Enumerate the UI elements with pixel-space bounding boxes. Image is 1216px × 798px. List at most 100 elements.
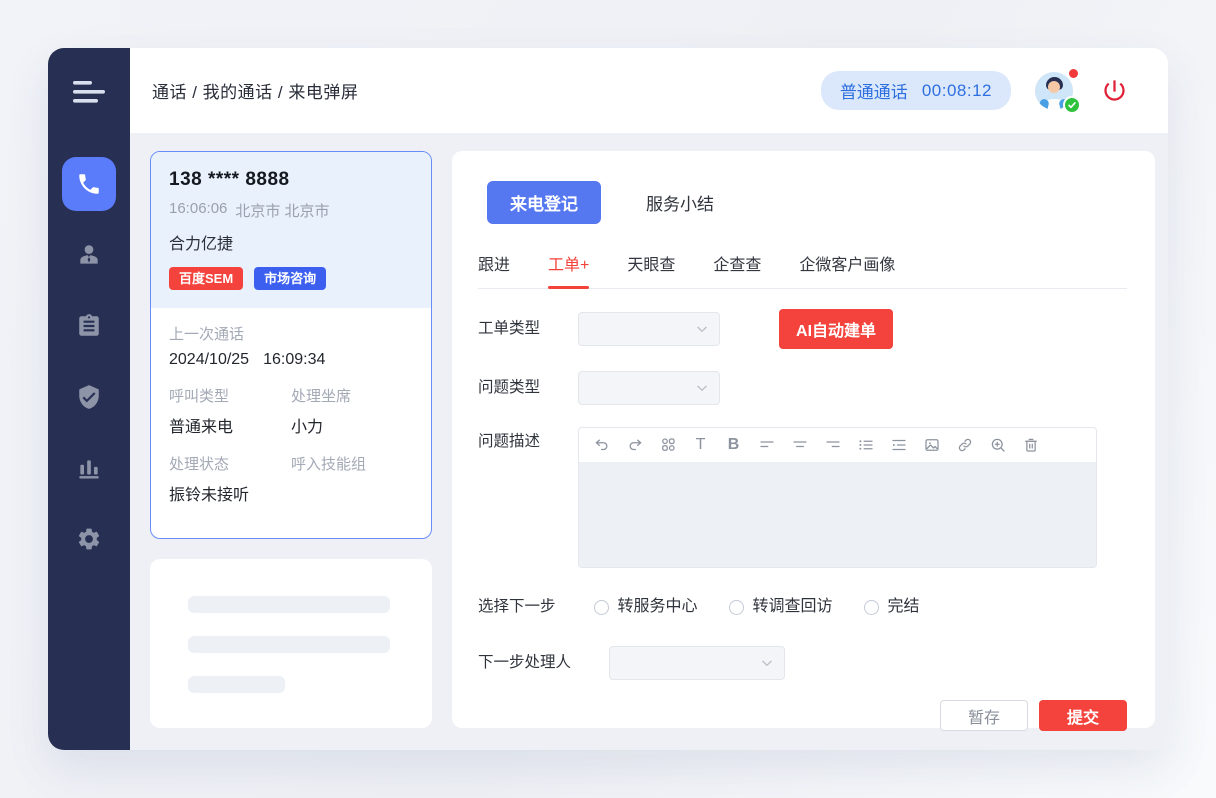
next-handler-label: 下一步处理人 [478,646,571,680]
call-location: 北京市 北京市 [235,200,329,221]
sidebar-item-tasks[interactable] [62,299,116,353]
indent-icon[interactable] [882,434,915,456]
call-registration-panel: 来电登记 服务小结 跟进 工单+ 天眼查 企查查 企微客户画像 工单类型 AI自… [452,151,1155,728]
notification-dot [1069,69,1078,78]
bold-icon[interactable]: B [717,434,750,456]
ticket-type-select[interactable] [578,312,720,346]
subtab-follow-up[interactable]: 跟进 [478,251,510,275]
call-fields-row-1: 呼叫类型 普通来电 处理坐席 小力 [169,385,413,437]
menu-toggle-icon[interactable] [73,81,105,103]
ticket-type-label: 工单类型 [478,312,540,346]
tasks-clipboard-icon [76,313,102,339]
last-call-time: 16:09:34 [263,351,325,368]
form-actions: 暂存 提交 [478,680,1127,731]
subtab-work-order[interactable]: 工单+ [548,251,589,275]
sub-tabs: 跟进 工单+ 天眼查 企查查 企微客户画像 [478,251,1127,289]
avatar[interactable] [1035,70,1077,112]
app-window: 通话 / 我的通话 / 来电弹屏 普通通话 00:08:12 [48,48,1168,750]
sidebar-item-security[interactable] [62,370,116,424]
align-right-icon[interactable] [816,434,849,456]
undo-icon[interactable] [585,434,618,456]
submit-button[interactable]: 提交 [1039,700,1127,731]
redo-icon[interactable] [618,434,651,456]
sidebar-item-calls[interactable] [62,157,116,211]
radio-circle-icon [594,600,609,615]
text-format-icon[interactable]: T [684,434,717,456]
skill-group-field-label: 呼入技能组 [291,453,413,474]
sidebar-item-contacts[interactable] [62,228,116,282]
subtab-tianyancha[interactable]: 天眼查 [627,251,675,275]
editor-toolbar: T B [579,428,1096,463]
save-draft-button[interactable]: 暂存 [940,700,1028,731]
top-header: 通话 / 我的通话 / 来电弹屏 普通通话 00:08:12 [130,48,1168,133]
caller-company: 合力亿捷 [169,230,413,254]
phone-icon [76,171,102,197]
radio-circle-icon [864,600,879,615]
issue-desc-row: 问题描述 T B [478,427,1127,568]
next-step-label: 选择下一步 [478,590,556,624]
radio-label: 转服务中心 [618,590,698,624]
next-handler-select[interactable] [609,646,785,680]
agent-field-value: 小力 [291,413,413,437]
power-logout-icon[interactable] [1101,77,1128,104]
sidebar-nav [62,157,116,583]
insert-link-icon[interactable] [948,434,981,456]
caller-tags: 百度SEM 市场咨询 [169,267,413,290]
trash-icon[interactable] [1014,434,1047,456]
caller-phone-number: 138 **** 8888 [169,169,413,191]
align-center-icon[interactable] [783,434,816,456]
ai-auto-create-button[interactable]: AI自动建单 [779,309,893,349]
zoom-in-icon[interactable] [981,434,1014,456]
tab-service-summary[interactable]: 服务小结 [646,190,714,215]
reports-chart-icon [76,455,102,481]
issue-type-label: 问题类型 [478,371,540,405]
next-step-row: 选择下一步 转服务中心 转调查回访 完结 [478,590,1127,624]
chevron-down-icon [695,322,709,336]
next-step-options: 转服务中心 转调查回访 完结 [594,590,920,624]
call-timer: 00:08:12 [922,81,992,101]
blocks-grid-icon[interactable] [651,434,684,456]
issue-description-input[interactable] [579,463,1096,567]
primary-tabs: 来电登记 服务小结 [487,181,1127,224]
radio-complete[interactable]: 完结 [864,590,920,624]
call-card-details: 上一次通话 2024/10/2516:09:34 呼叫类型 普通来电 处理坐席 … [151,308,431,520]
skeleton-bar [188,636,390,653]
ticket-type-row: 工单类型 AI自动建单 [478,309,1127,349]
agent-field-label: 处理坐席 [291,385,413,406]
sidebar-item-reports[interactable] [62,441,116,495]
tab-call-registration[interactable]: 来电登记 [487,181,601,224]
call-time: 16:06:06 [169,200,227,221]
call-type-field-label: 呼叫类型 [169,385,291,406]
radio-label: 转调查回访 [753,590,833,624]
bullet-list-icon[interactable] [849,434,882,456]
chevron-down-icon [695,381,709,395]
incoming-call-card: 138 **** 8888 16:06:06 北京市 北京市 合力亿捷 百度SE… [150,151,432,539]
rich-text-editor: T B [578,427,1097,568]
sidebar-item-settings[interactable] [62,512,116,566]
sidebar [48,48,130,750]
issue-desc-label: 问题描述 [478,427,540,457]
tag-market-consult: 市场咨询 [254,267,326,290]
radio-label: 完结 [888,590,920,624]
subtab-qichacha[interactable]: 企查查 [713,251,761,275]
call-type-label: 普通通话 [840,78,908,103]
insert-image-icon[interactable] [915,434,948,456]
call-type-field-value: 普通来电 [169,413,291,437]
security-shield-icon [76,384,102,410]
subtab-wecom-profile[interactable]: 企微客户画像 [799,251,895,275]
radio-transfer-survey-callback[interactable]: 转调查回访 [729,590,833,624]
radio-transfer-service-center[interactable]: 转服务中心 [594,590,698,624]
online-check-badge [1063,96,1081,114]
issue-type-row: 问题类型 [478,371,1127,405]
issue-type-select[interactable] [578,371,720,405]
call-card-header: 138 **** 8888 16:06:06 北京市 北京市 合力亿捷 百度SE… [151,152,431,308]
tag-baidu-sem: 百度SEM [169,267,243,290]
next-handler-row: 下一步处理人 [478,646,1127,680]
skeleton-bar [188,596,390,613]
call-meta: 16:06:06 北京市 北京市 [169,200,413,221]
main-content: 138 **** 8888 16:06:06 北京市 北京市 合力亿捷 百度SE… [130,133,1168,750]
align-left-icon[interactable] [750,434,783,456]
radio-circle-icon [729,600,744,615]
last-call-label: 上一次通话 [169,323,413,344]
breadcrumb[interactable]: 通话 / 我的通话 / 来电弹屏 [152,78,358,103]
